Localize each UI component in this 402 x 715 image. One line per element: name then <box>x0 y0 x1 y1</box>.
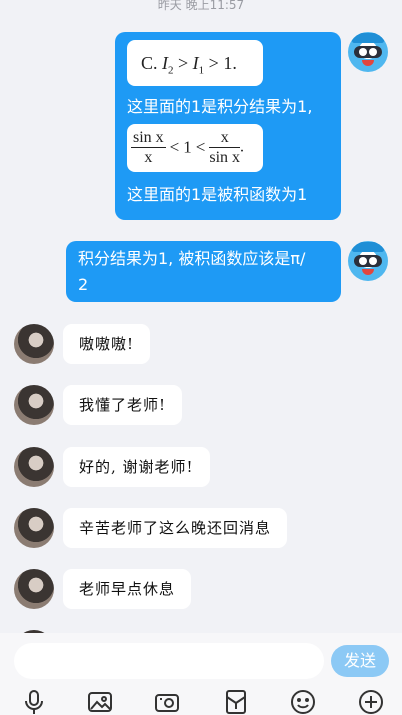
fraction-numerator: sin x <box>131 129 166 148</box>
avatar-other[interactable] <box>14 324 54 364</box>
avatar-self[interactable] <box>348 32 388 72</box>
composer-bar: 发送 <box>0 633 402 715</box>
message-bubble-other[interactable]: 老师早点休息 <box>63 569 192 609</box>
math-operator: < <box>195 137 206 157</box>
math-punctuation: . <box>240 138 245 156</box>
message-bubble-self[interactable]: C. I2 > I1 > 1. 这里面的1是积分结果为1, sin xx < 1… <box>115 32 341 220</box>
fraction-denominator: x <box>144 149 153 166</box>
message-timestamp: 昨天 晚上11:57 <box>157 0 245 12</box>
avatar-other[interactable] <box>14 447 54 487</box>
math-fraction: x sin x <box>209 128 241 167</box>
plus-icon[interactable] <box>357 688 385 715</box>
emoji-icon[interactable] <box>289 688 317 715</box>
message-text: 这里面的1是被积函数为1 <box>127 185 308 204</box>
avatar-other[interactable] <box>14 385 54 425</box>
avatar-self[interactable] <box>348 241 388 281</box>
math-image-sinx[interactable]: sin xx < 1 < x sin x. <box>127 124 263 172</box>
fraction-numerator: x <box>209 128 241 148</box>
message-bubble-other[interactable]: 嗷嗷嗷! <box>63 324 151 364</box>
message-input[interactable] <box>14 643 324 679</box>
red-packet-icon[interactable] <box>222 688 250 715</box>
message-bubble-other[interactable]: 我懂了老师! <box>63 385 183 425</box>
math-option: C. <box>141 53 158 73</box>
avatar-other[interactable] <box>14 508 54 548</box>
message-bubble-self[interactable]: 积分结果为1, 被积函数应该是π/ 2 <box>66 241 341 302</box>
image-icon[interactable] <box>86 688 114 715</box>
math-operator: > <box>178 53 189 73</box>
message-bubble-other[interactable]: 辛苦老师了这么晚还回消息 <box>63 508 288 548</box>
microphone-icon[interactable] <box>20 688 48 715</box>
math-subscript: 2 <box>168 64 174 77</box>
message-text-line: 积分结果为1, 被积函数应该是π/ <box>78 249 306 268</box>
math-value: 1 <box>183 137 192 157</box>
send-button[interactable]: 发送 <box>331 645 389 677</box>
avatar-other[interactable] <box>14 569 54 609</box>
math-image-inequality[interactable]: C. I2 > I1 > 1. <box>127 40 263 86</box>
message-text: 这里面的1是积分结果为1, <box>127 97 313 116</box>
math-value: 1. <box>223 53 237 73</box>
fraction-denominator: sin x <box>209 149 241 166</box>
camera-icon[interactable] <box>153 688 181 715</box>
message-text-line: 2 <box>78 275 89 294</box>
math-operator: < <box>169 137 180 157</box>
math-operator: > <box>208 53 219 73</box>
math-subscript: 1 <box>198 64 205 77</box>
math-fraction: sin xx <box>131 128 166 167</box>
message-bubble-other[interactable]: 好的, 谢谢老师! <box>63 447 210 487</box>
